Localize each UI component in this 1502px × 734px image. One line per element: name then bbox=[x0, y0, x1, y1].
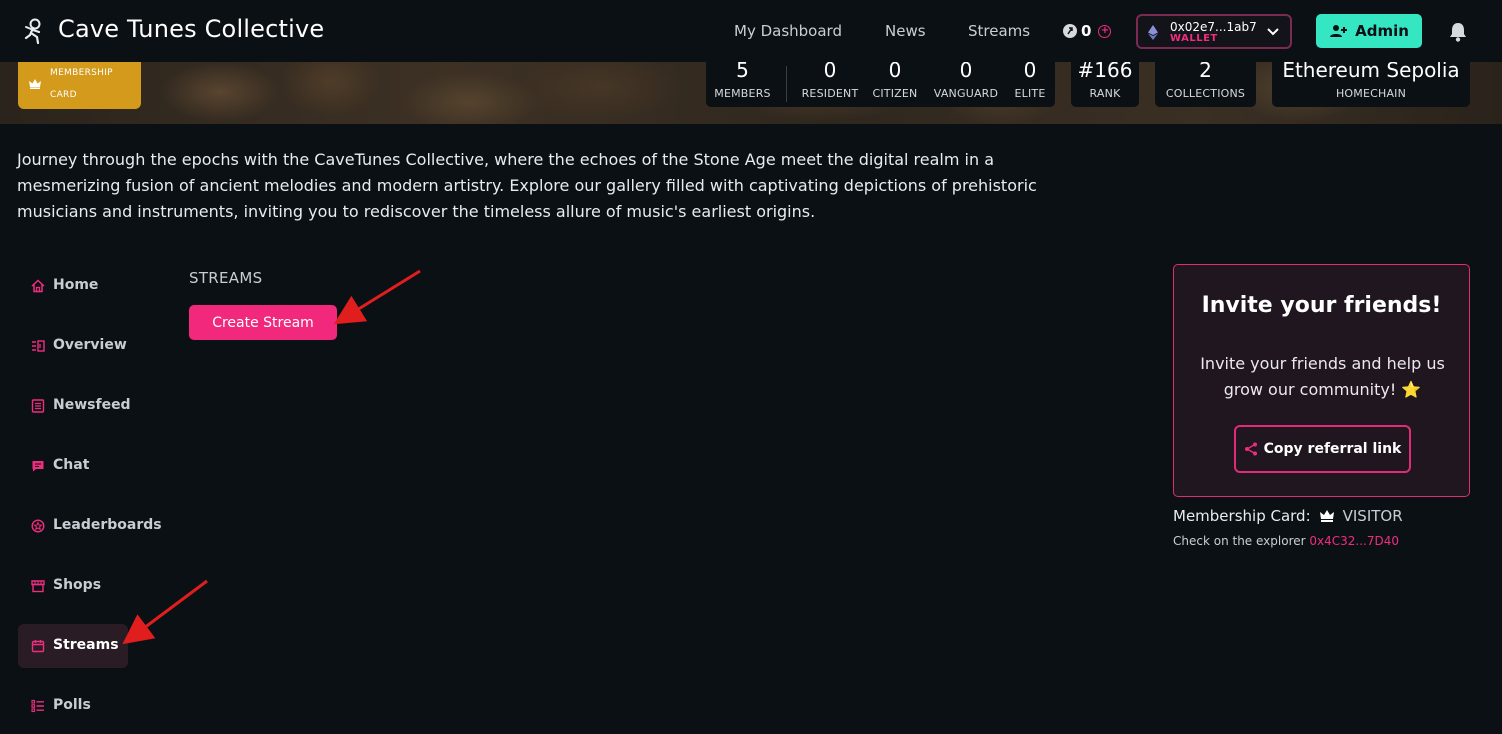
stat-elite-value: 0 bbox=[1023, 62, 1037, 82]
astronaut-logo-icon[interactable] bbox=[22, 18, 44, 44]
membership-card-status: Membership Card: VISITOR bbox=[1173, 507, 1403, 525]
overview-icon bbox=[32, 340, 45, 352]
newsfeed-icon bbox=[31, 399, 45, 413]
stat-homechain: Ethereum Sepolia HOMECHAIN bbox=[1272, 62, 1470, 100]
nav-news[interactable]: News bbox=[885, 22, 926, 40]
stat-resident-label: RESIDENT bbox=[801, 87, 859, 100]
collections-box: 2 COLLECTIONS bbox=[1155, 62, 1256, 107]
invite-friends-panel: Invite your friends! Invite your friends… bbox=[1173, 264, 1470, 497]
stat-citizen: 0 CITIZEN bbox=[869, 62, 921, 100]
stat-collections-value: 2 bbox=[1199, 62, 1212, 82]
stat-members-value: 5 bbox=[736, 62, 749, 82]
membership-card-label: Membership Card: bbox=[1173, 507, 1311, 525]
stat-elite: 0 ELITE bbox=[1009, 62, 1051, 100]
sidebar-item-label: Newsfeed bbox=[53, 397, 131, 413]
polls-icon bbox=[31, 699, 44, 713]
sidebar-item-shops[interactable]: Shops bbox=[18, 564, 168, 608]
app-title[interactable]: Cave Tunes Collective bbox=[58, 15, 324, 43]
add-points-icon[interactable]: + bbox=[1098, 24, 1112, 38]
shop-icon bbox=[31, 580, 45, 593]
sidebar-item-label: Polls bbox=[53, 697, 91, 713]
stat-divider bbox=[786, 66, 787, 102]
sidebar-item-label: Shops bbox=[53, 577, 102, 593]
homechain-box: Ethereum Sepolia HOMECHAIN bbox=[1272, 62, 1470, 107]
rank-box: #166 RANK bbox=[1071, 62, 1139, 107]
member-stats-box: 5 MEMBERS 0 RESIDENT 0 CITIZEN 0 VANGUAR… bbox=[706, 62, 1055, 107]
notification-bell-icon[interactable] bbox=[1449, 22, 1467, 42]
stat-vanguard: 0 VANGUARD bbox=[931, 62, 1001, 100]
membership-card-value: VISITOR bbox=[1342, 507, 1403, 525]
membership-card-label-line2: CARD bbox=[50, 90, 77, 100]
admin-label: Admin bbox=[1355, 22, 1409, 40]
crown-icon bbox=[29, 79, 41, 89]
calendar-icon bbox=[31, 640, 45, 653]
explorer-link[interactable]: 0x4C32...7D40 bbox=[1309, 534, 1399, 548]
sidebar-item-newsfeed[interactable]: Newsfeed bbox=[18, 384, 168, 428]
invite-title: Invite your friends! bbox=[1201, 293, 1442, 318]
top-navbar: Cave Tunes Collective My Dashboard News … bbox=[0, 0, 1502, 62]
copy-referral-link-button[interactable]: Copy referral link bbox=[1234, 425, 1411, 473]
stat-vanguard-value: 0 bbox=[959, 62, 973, 82]
stat-members-label: MEMBERS bbox=[714, 87, 771, 100]
explorer-line: Check on the explorer 0x4C32...7D40 bbox=[1173, 534, 1399, 548]
community-banner: MEMBERSHIP CARD 5 MEMBERS 0 RESIDENT 0 C… bbox=[0, 62, 1502, 124]
sidebar-item-label: Chat bbox=[53, 457, 90, 473]
wallet-label: WALLET bbox=[1170, 33, 1218, 44]
stat-members: 5 MEMBERS bbox=[711, 62, 774, 100]
points-value: 0 bbox=[1081, 22, 1092, 40]
nav-streams[interactable]: Streams bbox=[968, 22, 1030, 40]
crown-icon bbox=[1319, 510, 1334, 522]
explorer-text: Check on the explorer bbox=[1173, 534, 1306, 548]
share-icon bbox=[1244, 442, 1257, 456]
home-icon bbox=[31, 279, 45, 293]
nav-my-dashboard[interactable]: My Dashboard bbox=[734, 22, 842, 40]
points-coin-icon bbox=[1063, 24, 1077, 38]
stat-rank: #166 RANK bbox=[1071, 62, 1139, 100]
sidebar-item-chat[interactable]: Chat bbox=[18, 444, 168, 488]
ethereum-icon bbox=[1148, 25, 1158, 40]
stat-vanguard-label: VANGUARD bbox=[933, 87, 999, 100]
sidebar-item-home[interactable]: Home bbox=[18, 264, 168, 308]
stat-elite-label: ELITE bbox=[1014, 87, 1046, 100]
membership-card-badge[interactable]: MEMBERSHIP CARD bbox=[18, 62, 141, 109]
stat-collections: 2 COLLECTIONS bbox=[1155, 62, 1256, 100]
sidebar-item-label: Streams bbox=[53, 637, 119, 653]
sidebar-item-polls[interactable]: Polls bbox=[18, 684, 168, 728]
wallet-dropdown[interactable]: 0x02e7...1ab7 WALLET bbox=[1136, 14, 1292, 49]
community-description: Journey through the epochs with the Cave… bbox=[17, 150, 1037, 221]
sidebar-item-overview[interactable]: Overview bbox=[18, 324, 168, 368]
stat-homechain-label: HOMECHAIN bbox=[1335, 87, 1407, 100]
sidebar-item-label: Home bbox=[53, 277, 99, 293]
admin-button[interactable]: Admin bbox=[1316, 14, 1422, 48]
stat-homechain-value: Ethereum Sepolia bbox=[1282, 62, 1460, 82]
annotation-arrow bbox=[333, 269, 421, 325]
sidebar-item-label: Overview bbox=[53, 337, 127, 353]
leaderboard-icon bbox=[31, 519, 45, 533]
invite-text: Invite your friends and help us grow our… bbox=[1200, 354, 1445, 399]
chat-icon bbox=[32, 461, 44, 472]
stat-resident: 0 RESIDENT bbox=[799, 62, 861, 100]
chevron-down-icon bbox=[1267, 28, 1279, 36]
membership-card-label-line1: MEMBERSHIP bbox=[50, 68, 113, 78]
stat-rank-label: RANK bbox=[1089, 87, 1121, 100]
stat-resident-value: 0 bbox=[823, 62, 837, 82]
stat-citizen-value: 0 bbox=[888, 62, 902, 82]
stat-citizen-label: CITIZEN bbox=[872, 87, 918, 100]
create-stream-button[interactable]: Create Stream bbox=[189, 305, 337, 340]
user-add-icon bbox=[1330, 25, 1348, 37]
stat-rank-value: #166 bbox=[1077, 62, 1133, 82]
sidebar-item-streams[interactable]: Streams bbox=[18, 624, 128, 668]
wallet-address: 0x02e7...1ab7 bbox=[1170, 20, 1257, 34]
sidebar-item-label: Leaderboards bbox=[53, 517, 162, 533]
stat-collections-label: COLLECTIONS bbox=[1165, 87, 1246, 100]
copy-referral-link-label: Copy referral link bbox=[1263, 441, 1402, 457]
sidebar-item-leaderboards[interactable]: Leaderboards bbox=[18, 504, 168, 548]
page-title: STREAMS bbox=[189, 269, 263, 287]
points-counter[interactable]: 0 + bbox=[1063, 22, 1112, 40]
